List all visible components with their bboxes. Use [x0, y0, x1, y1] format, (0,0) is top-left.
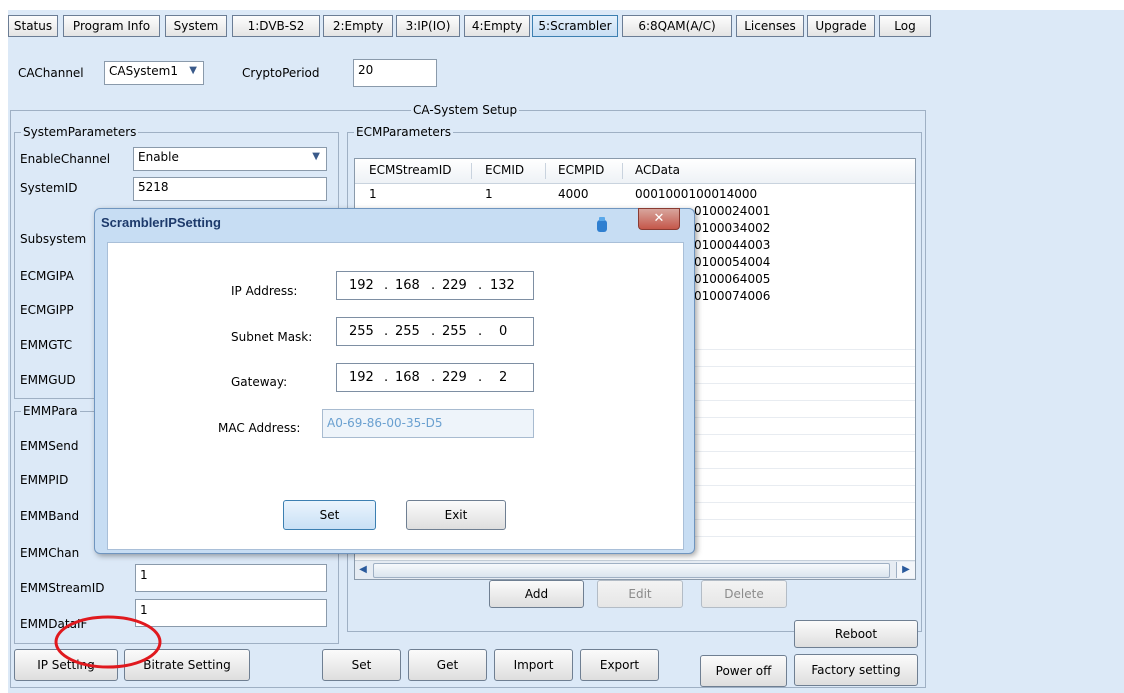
edit-button[interactable]: Edit	[597, 580, 683, 608]
enable-channel-value: Enable	[138, 150, 179, 164]
emmchan-label: EMMChan	[20, 546, 80, 560]
set-button[interactable]: Set	[322, 649, 401, 681]
dialog-title: ScramblerIPSetting	[101, 215, 221, 230]
cryptoperiod-input[interactable]: 20	[353, 59, 437, 87]
column-header[interactable]: ECMPID	[558, 163, 604, 177]
gateway-label: Gateway:	[231, 375, 288, 389]
gateway-input[interactable]: 192. 168. 229. 2	[336, 363, 534, 392]
dialog-exit-button[interactable]: Exit	[406, 500, 506, 530]
ca-system-setup-title: CA-System Setup	[411, 102, 520, 118]
systemid-input[interactable]: 5218	[133, 177, 327, 201]
tab-upgrade[interactable]: Upgrade	[807, 15, 875, 37]
tab-bar: Status Program Info System 1:DVB-S2 2:Em…	[8, 10, 1124, 40]
scroll-right-icon[interactable]: ▶	[896, 562, 915, 578]
tab-licenses[interactable]: Licenses	[736, 15, 804, 37]
annotation-ellipse	[54, 615, 162, 669]
tab-scrambler[interactable]: 5:Scrambler	[532, 15, 618, 37]
cryptoperiod-label: CryptoPeriod	[242, 66, 320, 80]
ecm-table-header: ECMStreamID ECMID ECMPID ACData	[355, 159, 915, 184]
emmstreamid-input[interactable]: 1	[135, 564, 327, 592]
ecmgipa-label: ECMGIPA	[20, 269, 74, 283]
add-button[interactable]: Add	[489, 580, 584, 608]
ecm-parameters-title: ECMParameters	[354, 124, 453, 140]
cachannel-label: CAChannel	[18, 66, 84, 80]
emmgud-label: EMMGUD	[20, 373, 76, 387]
ip-address-input[interactable]: 192. 168. 229. 132	[336, 271, 534, 300]
systemid-label: SystemID	[20, 181, 78, 195]
tab-8qam[interactable]: 6:8QAM(A/C)	[622, 15, 732, 37]
tab-log[interactable]: Log	[879, 15, 931, 37]
factory-setting-button[interactable]: Factory setting	[794, 654, 918, 686]
enable-channel-label: EnableChannel	[20, 152, 111, 166]
tab-ip-io[interactable]: 3:IP(IO)	[396, 15, 460, 37]
emmgtc-label: EMMGTC	[20, 338, 73, 352]
subsystem-label: Subsystem	[20, 232, 87, 246]
export-button[interactable]: Export	[580, 649, 659, 681]
mac-address-label: MAC Address:	[218, 421, 301, 435]
reboot-button[interactable]: Reboot	[794, 620, 918, 648]
import-button[interactable]: Import	[494, 649, 573, 681]
scroll-left-icon[interactable]: ◀	[355, 562, 371, 578]
emmstreamid-label: EMMStreamID	[20, 581, 105, 595]
emm-parameters-title: EMMPara	[21, 403, 80, 419]
emmsend-label: EMMSend	[20, 439, 79, 453]
ecmgipp-label: ECMGIPP	[20, 303, 74, 317]
dialog-set-button[interactable]: Set	[283, 500, 376, 530]
get-button[interactable]: Get	[408, 649, 487, 681]
chevron-down-icon: ▼	[189, 65, 197, 76]
subnet-mask-input[interactable]: 255. 255. 255. 0	[336, 317, 534, 346]
tab-program-info[interactable]: Program Info	[63, 15, 160, 37]
subnet-mask-label: Subnet Mask:	[231, 330, 313, 344]
column-header[interactable]: ECMID	[485, 163, 524, 177]
scrollbar-thumb[interactable]	[373, 563, 890, 578]
power-off-button[interactable]: Power off	[700, 655, 787, 687]
enable-channel-select[interactable]: Enable ▼	[133, 147, 327, 171]
horizontal-scrollbar[interactable]: ◀ ▶	[355, 560, 915, 579]
tab-dvb-s2[interactable]: 1:DVB-S2	[232, 15, 320, 37]
system-parameters-title: SystemParameters	[21, 124, 139, 140]
tab-empty-4[interactable]: 4:Empty	[464, 15, 530, 37]
tab-system[interactable]: System	[165, 15, 227, 37]
tab-empty-2[interactable]: 2:Empty	[323, 15, 393, 37]
scrambler-ip-setting-dialog: ScramblerIPSetting ✕ IP Address: 192. 16…	[94, 208, 695, 554]
cachannel-select[interactable]: CASystem1 ▼	[104, 61, 204, 85]
table-row[interactable]: 1 1 4000 0001000100014000	[355, 186, 915, 202]
ip-address-label: IP Address:	[231, 284, 298, 298]
dialog-body: IP Address: 192. 168. 229. 132 Subnet Ma…	[107, 242, 684, 550]
tab-status[interactable]: Status	[8, 15, 58, 37]
emmpid-label: EMMPID	[20, 473, 69, 487]
cachannel-value: CASystem1	[109, 64, 178, 78]
chevron-down-icon: ▼	[312, 151, 320, 162]
emmband-label: EMMBand	[20, 509, 80, 523]
app-icon	[597, 217, 607, 232]
delete-button[interactable]: Delete	[701, 580, 787, 608]
close-button[interactable]: ✕	[638, 208, 680, 230]
column-header[interactable]: ECMStreamID	[369, 163, 452, 177]
mac-address-field: A0-69-86-00-35-D5	[322, 409, 534, 438]
column-header[interactable]: ACData	[635, 163, 680, 177]
